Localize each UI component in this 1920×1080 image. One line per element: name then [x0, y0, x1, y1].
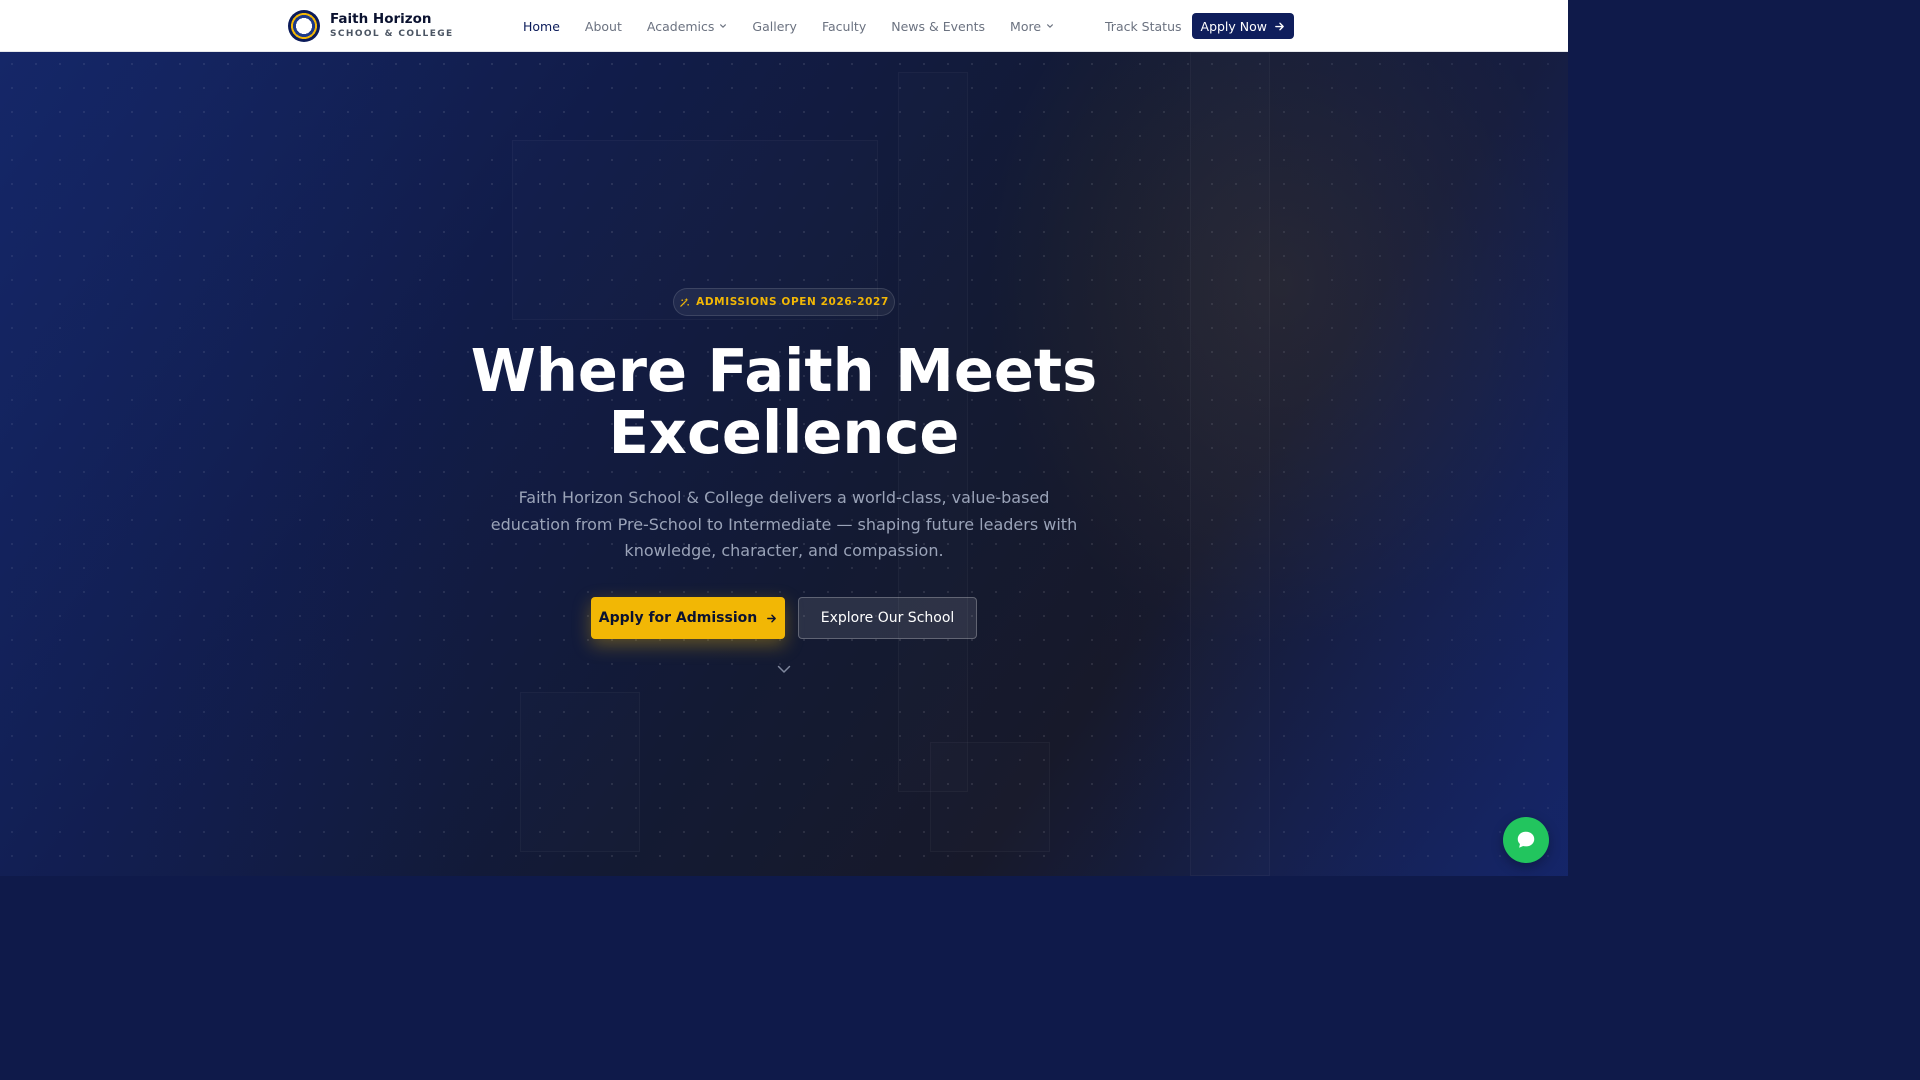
brand-name: Faith Horizon — [330, 10, 432, 27]
background-pillar-shape — [1190, 52, 1270, 876]
site-header: Faith Horizon SCHOOL & COLLEGE Home Abou… — [0, 0, 1568, 52]
chat-button[interactable] — [1503, 817, 1549, 863]
brand-text: Faith Horizon SCHOOL & COLLEGE — [330, 10, 454, 40]
apply-for-admission-label: Apply for Admission — [598, 610, 758, 626]
nav-faculty[interactable]: Faculty — [822, 19, 866, 34]
nav-more-label: More — [1010, 18, 1042, 34]
arrow-right-icon — [767, 614, 777, 622]
explore-our-school-button[interactable]: Explore Our School — [798, 597, 977, 639]
chevron-down-icon[interactable] — [776, 661, 792, 677]
nav-academics[interactable]: Academics — [647, 19, 728, 34]
nav-home[interactable]: Home — [523, 19, 560, 34]
admissions-badge: ADMISSIONS OPEN 2026-2027 — [673, 288, 895, 316]
arrow-right-icon — [1275, 22, 1284, 30]
sparkles-icon — [680, 297, 690, 307]
track-status-link[interactable]: Track Status — [1105, 19, 1182, 34]
nav-more[interactable]: More — [1010, 19, 1054, 34]
apply-now-button[interactable]: Apply Now — [1191, 13, 1295, 39]
background-window-shape — [520, 692, 640, 852]
main-nav: Home About Academics Gallery Faculty New… — [523, 0, 1054, 52]
admissions-badge-label: ADMISSIONS OPEN 2026-2027 — [696, 296, 889, 308]
school-crest-icon — [288, 10, 320, 42]
background-window-shape — [930, 742, 1050, 852]
apply-for-admission-button[interactable]: Apply for Admission — [591, 597, 785, 639]
nav-news-events[interactable]: News & Events — [891, 19, 985, 34]
hero-section: ADMISSIONS OPEN 2026-2027 Where Faith Me… — [0, 52, 1568, 876]
header-actions: Track Status Apply Now — [1105, 13, 1295, 39]
nav-about[interactable]: About — [585, 19, 622, 34]
nav-gallery[interactable]: Gallery — [752, 19, 797, 34]
hero-title: Where Faith Meets Excellence — [470, 336, 1098, 467]
explore-our-school-label: Explore Our School — [820, 610, 955, 626]
apply-now-label: Apply Now — [1200, 18, 1268, 34]
nav-academics-label: Academics — [646, 18, 715, 34]
chevron-down-icon — [1047, 24, 1053, 28]
chat-bubble-icon — [1517, 831, 1535, 848]
brand-home-link[interactable]: Faith Horizon SCHOOL & COLLEGE — [288, 9, 454, 43]
hero-subtitle: Faith Horizon School & College delivers … — [490, 488, 1078, 560]
chevron-down-icon — [720, 24, 727, 28]
brand-subtitle: SCHOOL & COLLEGE — [330, 29, 454, 40]
